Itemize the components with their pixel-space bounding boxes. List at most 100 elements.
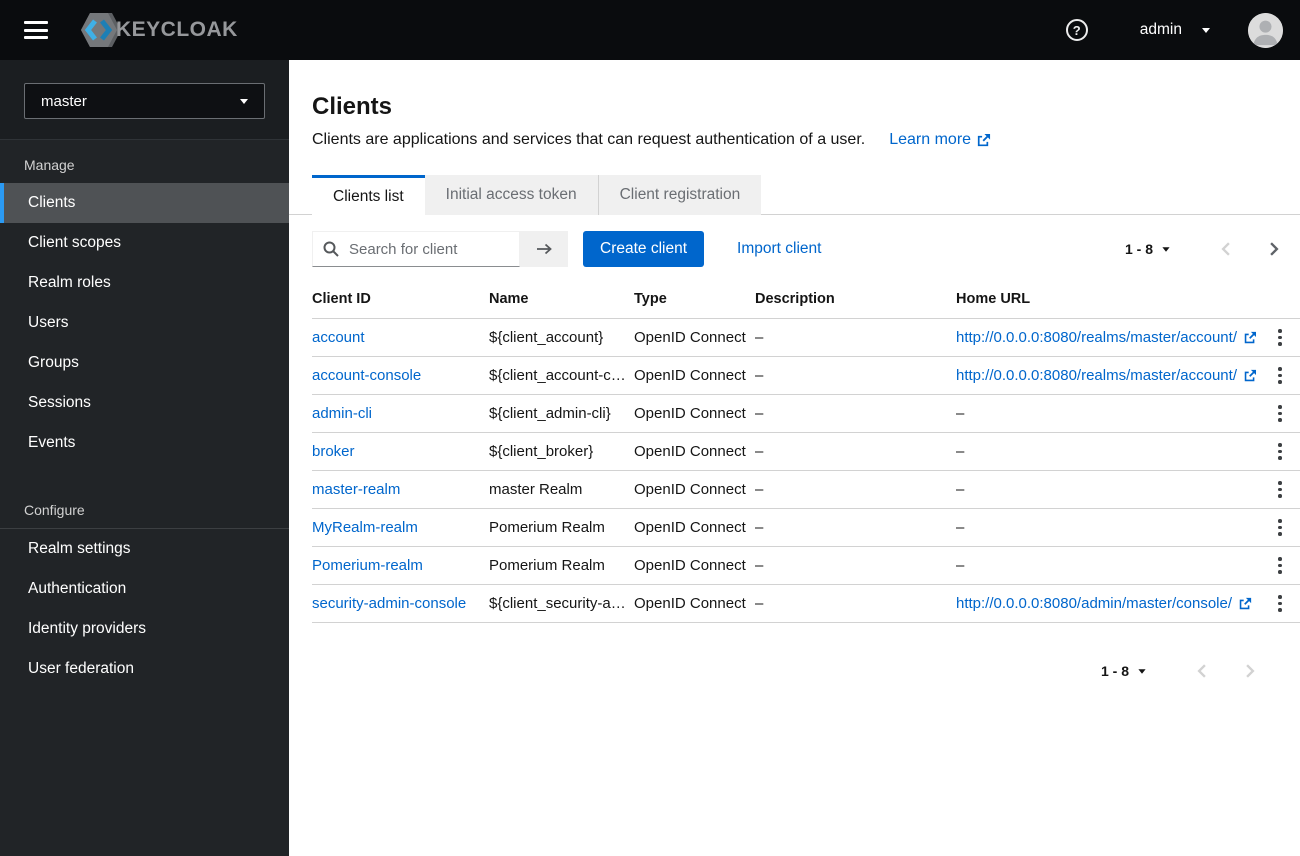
chevron-left-icon	[1197, 664, 1206, 678]
cell-name: ${client_account-c…	[489, 367, 626, 384]
cell-name: ${client_admin-cli}	[489, 405, 611, 422]
sidebar: master Manage Clients Client scopes Real…	[0, 60, 289, 856]
external-link-icon	[1244, 331, 1256, 343]
cell-home-url: http://0.0.0.0:8080/admin/master/console…	[956, 595, 1256, 612]
client-id-link[interactable]: MyRealm-realm	[312, 519, 418, 536]
keycloak-logo[interactable]: KEYCLOAK	[78, 12, 238, 48]
kebab-menu-button[interactable]	[1268, 478, 1292, 502]
sidebar-item-clients[interactable]: Clients	[0, 183, 289, 223]
sidebar-item-realm-settings[interactable]: Realm settings	[0, 529, 289, 569]
sidebar-item-realm-roles[interactable]: Realm roles	[0, 263, 289, 303]
previous-page-button[interactable]	[1194, 663, 1210, 679]
chevron-down-icon	[1138, 668, 1146, 674]
previous-page-button[interactable]	[1218, 241, 1234, 257]
cell-home-url: –	[956, 481, 1256, 498]
table-row: broker ${client_broker} OpenID Connect –…	[312, 433, 1300, 471]
sidebar-item-client-scopes[interactable]: Client scopes	[0, 223, 289, 263]
next-page-button[interactable]	[1242, 663, 1258, 679]
home-url-empty: –	[956, 481, 965, 498]
cell-type: OpenID Connect	[634, 481, 746, 498]
kebab-menu-button[interactable]	[1268, 592, 1292, 616]
cell-home-url: –	[956, 557, 1256, 574]
cell-type: OpenID Connect	[634, 405, 746, 422]
client-id-link[interactable]: admin-cli	[312, 405, 372, 422]
home-url-text: http://0.0.0.0:8080/realms/master/accoun…	[956, 329, 1237, 346]
pagination-top: 1 - 8	[1125, 241, 1282, 257]
search-submit-button[interactable]	[520, 231, 568, 267]
cell-description: –	[755, 329, 764, 346]
cell-client-id: MyRealm-realm	[312, 519, 489, 536]
help-icon[interactable]: ?	[1065, 19, 1088, 41]
cell-name: Pomerium Realm	[489, 519, 605, 536]
cell-actions	[1256, 326, 1300, 350]
avatar-person-icon	[1248, 12, 1283, 48]
client-id-link[interactable]: account	[312, 329, 365, 346]
home-url-empty: –	[956, 519, 965, 536]
cell-description: –	[755, 519, 764, 536]
user-dropdown[interactable]: admin	[1140, 21, 1210, 39]
tab-label: Clients list	[333, 187, 404, 205]
kebab-menu-button[interactable]	[1268, 554, 1292, 578]
sidebar-item-events[interactable]: Events	[0, 423, 289, 463]
toolbar: Create client Import client 1 - 8	[289, 215, 1300, 279]
cell-type: OpenID Connect	[634, 595, 746, 612]
search-input[interactable]	[312, 231, 520, 267]
home-url-link[interactable]: http://0.0.0.0:8080/realms/master/accoun…	[956, 329, 1256, 346]
home-url-link[interactable]: http://0.0.0.0:8080/admin/master/console…	[956, 595, 1252, 612]
cell-type: OpenID Connect	[634, 443, 746, 460]
sidebar-item-users[interactable]: Users	[0, 303, 289, 343]
cell-description: –	[755, 405, 764, 422]
kebab-menu-button[interactable]	[1268, 326, 1292, 350]
sidebar-item-label: Identity providers	[28, 620, 147, 637]
sidebar-item-user-federation[interactable]: User federation	[0, 649, 289, 689]
sidebar-item-label: Groups	[28, 354, 79, 371]
cell-name: ${client_security-a…	[489, 595, 626, 612]
nav-toggle-hamburger-icon[interactable]	[24, 21, 48, 39]
next-page-button[interactable]	[1266, 241, 1282, 257]
sidebar-item-identity-providers[interactable]: Identity providers	[0, 609, 289, 649]
tab-client-registration[interactable]: Client registration	[597, 175, 762, 215]
client-id-link[interactable]: broker	[312, 443, 355, 460]
home-url-link[interactable]: http://0.0.0.0:8080/realms/master/accoun…	[956, 367, 1256, 384]
chevron-down-icon	[240, 98, 248, 104]
home-url-empty: –	[956, 405, 965, 422]
learn-more-link[interactable]: Learn more	[889, 131, 991, 149]
kebab-menu-button[interactable]	[1268, 440, 1292, 464]
sidebar-item-sessions[interactable]: Sessions	[0, 383, 289, 423]
avatar[interactable]	[1248, 12, 1283, 48]
cell-actions	[1256, 478, 1300, 502]
cell-actions	[1256, 440, 1300, 464]
column-header-name: Name	[489, 290, 529, 307]
kebab-menu-button[interactable]	[1268, 402, 1292, 426]
pagination-range-dropdown[interactable]: 1 - 8	[1101, 663, 1146, 679]
import-client-link[interactable]: Import client	[737, 240, 821, 258]
tab-clients-list[interactable]: Clients list	[312, 175, 425, 215]
cell-type: OpenID Connect	[634, 519, 746, 536]
sidebar-item-groups[interactable]: Groups	[0, 343, 289, 383]
tab-initial-access-token[interactable]: Initial access token	[424, 175, 598, 215]
cell-client-id: account	[312, 329, 489, 346]
sidebar-item-authentication[interactable]: Authentication	[0, 569, 289, 609]
tab-label: Client registration	[619, 186, 741, 203]
kebab-menu-button[interactable]	[1268, 364, 1292, 388]
cell-client-id: admin-cli	[312, 405, 489, 422]
user-name: admin	[1139, 21, 1182, 38]
client-id-link[interactable]: account-console	[312, 367, 421, 384]
realm-selector[interactable]: master	[24, 83, 265, 119]
external-link-icon	[1244, 369, 1256, 381]
clients-table: Client ID Name Type Description Home URL…	[312, 279, 1300, 623]
client-id-link[interactable]: Pomerium-realm	[312, 557, 423, 574]
cell-description: –	[755, 367, 764, 384]
cell-actions	[1256, 516, 1300, 540]
cell-name: Pomerium Realm	[489, 557, 605, 574]
cell-home-url: http://0.0.0.0:8080/realms/master/accoun…	[956, 329, 1256, 346]
client-id-link[interactable]: security-admin-console	[312, 595, 466, 612]
client-id-link[interactable]: master-realm	[312, 481, 400, 498]
sidebar-item-label: Events	[28, 434, 76, 451]
kebab-menu-button[interactable]	[1268, 516, 1292, 540]
cell-name: ${client_account}	[489, 329, 604, 346]
chevron-down-icon	[1202, 27, 1210, 33]
create-client-button[interactable]: Create client	[583, 231, 705, 267]
pagination-range-dropdown[interactable]: 1 - 8	[1125, 241, 1170, 257]
cell-name: master Realm	[489, 481, 583, 498]
